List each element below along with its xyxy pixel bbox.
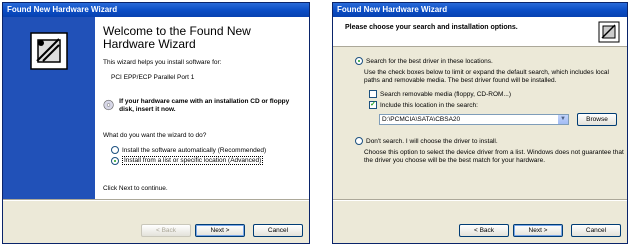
options-body: Search for the best driver in these loca… bbox=[355, 55, 624, 165]
device-name: PCI EPP/ECP Parallel Port 1 bbox=[111, 74, 195, 81]
intro-text: This wizard helps you install software f… bbox=[103, 59, 222, 66]
radio-search-best-driver[interactable]: Search for the best driver in these loca… bbox=[355, 57, 621, 65]
cd-icon bbox=[103, 99, 114, 111]
wizard-header: Please choose your search and installati… bbox=[333, 17, 627, 47]
radio-button[interactable] bbox=[111, 146, 119, 154]
hardware-wizard-icon bbox=[30, 32, 68, 70]
location-row: D:\PCMCIA\SATA\CBSA20 ▼ Browse bbox=[379, 113, 621, 126]
checkbox-checked[interactable]: ✓ bbox=[369, 101, 377, 109]
page-title: Welcome to the Found New Hardware Wizard bbox=[103, 24, 251, 51]
location-combobox[interactable]: D:\PCMCIA\SATA\CBSA20 ▼ bbox=[379, 114, 569, 125]
radio-button[interactable] bbox=[355, 57, 363, 65]
button-bar: < Back Next > Cancel bbox=[141, 224, 303, 237]
radio-label: Don't search. I will choose the driver t… bbox=[366, 137, 498, 145]
window-title: Found New Hardware Wizard bbox=[3, 3, 309, 17]
question-text: What do you want the wizard to do? bbox=[103, 132, 207, 139]
chevron-down-icon[interactable]: ▼ bbox=[558, 115, 568, 124]
window-title: Found New Hardware Wizard bbox=[333, 3, 627, 17]
search-description: Use the check boxes below to limit or ex… bbox=[364, 69, 609, 84]
radio-install-from-list[interactable]: Install from a list or specific location… bbox=[111, 156, 301, 165]
wizard-window-welcome: Found New Hardware Wizard Welcome to the… bbox=[2, 2, 310, 244]
cd-notice-text: If your hardware came with an installati… bbox=[119, 98, 290, 113]
cancel-button[interactable]: Cancel bbox=[253, 224, 303, 237]
wizard-window-search-options: Found New Hardware Wizard Please choose … bbox=[332, 2, 628, 244]
button-bar: < Back Next > Cancel bbox=[459, 224, 621, 237]
hardware-icon bbox=[598, 21, 620, 43]
checkbox-label: Search removable media (floppy, CD-ROM..… bbox=[380, 90, 512, 98]
separator bbox=[3, 199, 309, 201]
cd-notice: If your hardware came with an installati… bbox=[103, 98, 301, 114]
browse-button[interactable]: Browse bbox=[577, 113, 617, 126]
radio-label: Search for the best driver in these loca… bbox=[366, 57, 493, 65]
next-button[interactable]: Next > bbox=[513, 224, 563, 237]
checkbox-label: Include this location in the search: bbox=[380, 101, 478, 109]
checkbox[interactable] bbox=[369, 90, 377, 98]
radio-button[interactable] bbox=[355, 137, 363, 145]
header-text: Please choose your search and installati… bbox=[345, 24, 518, 31]
checkbox-include-location[interactable]: ✓ Include this location in the search: bbox=[369, 101, 621, 109]
location-value: D:\PCMCIA\SATA\CBSA20 bbox=[382, 116, 461, 123]
radio-install-automatically[interactable]: Install the software automatically (Reco… bbox=[111, 146, 301, 154]
checkbox-search-removable[interactable]: Search removable media (floppy, CD-ROM..… bbox=[369, 90, 621, 98]
cancel-button[interactable]: Cancel bbox=[571, 224, 621, 237]
next-button[interactable]: Next > bbox=[195, 224, 245, 237]
wizard-side-panel bbox=[3, 17, 95, 199]
radio-dont-search[interactable]: Don't search. I will choose the driver t… bbox=[355, 137, 621, 145]
separator bbox=[333, 199, 627, 201]
back-button[interactable]: < Back bbox=[141, 224, 191, 237]
radio-button[interactable] bbox=[111, 156, 119, 165]
wizard-content: Welcome to the Found New Hardware Wizard… bbox=[95, 17, 309, 199]
radio-label: Install from a list or specific location… bbox=[122, 156, 264, 165]
back-button[interactable]: < Back bbox=[459, 224, 509, 237]
radio-label: Install the software automatically (Reco… bbox=[122, 146, 267, 154]
dont-search-description: Choose this option to select the device … bbox=[364, 149, 624, 164]
continue-text: Click Next to continue. bbox=[103, 185, 168, 192]
